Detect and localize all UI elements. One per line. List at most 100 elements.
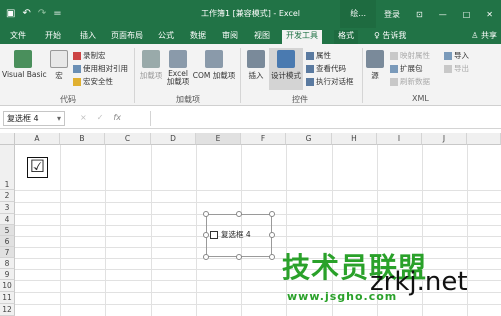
login-button[interactable]: 登录 (376, 9, 408, 20)
column-header[interactable]: I (377, 133, 422, 145)
design-mode-button[interactable]: 设计模式 (269, 48, 303, 90)
maximize-button[interactable]: □ (455, 10, 479, 19)
tab-developer[interactable]: 开发工具 (282, 30, 322, 44)
row-header[interactable]: 5 (0, 225, 15, 236)
row-header[interactable]: 3 (0, 202, 15, 214)
column-header[interactable]: F (241, 133, 286, 145)
row-header[interactable]: 12 (0, 304, 15, 316)
macro-security-button[interactable]: 宏安全性 (73, 76, 113, 87)
formula-bar-area: 复选框 4 ▾ × ✓ fx (0, 107, 501, 129)
row-header[interactable]: 6 (0, 236, 15, 247)
view-code-button[interactable]: 查看代码 (306, 63, 346, 74)
tab-file[interactable]: 文件 (6, 30, 30, 44)
ribbon-developer: Visual Basic 宏 录制宏 使用相对引用 宏安全性 代码 加载项 Ex… (0, 44, 501, 106)
row-header[interactable]: 2 (0, 190, 15, 202)
macros-button[interactable]: 宏 (48, 50, 70, 81)
formula-buttons: × ✓ fx (80, 113, 121, 122)
group-label-code: 代码 (60, 95, 76, 104)
column-header[interactable]: H (332, 133, 377, 145)
insert-function-button[interactable]: fx (113, 113, 121, 122)
tab-home[interactable]: 开始 (41, 30, 65, 44)
resize-handle[interactable] (203, 254, 209, 260)
share-button[interactable]: ♙ 共享 (471, 29, 497, 42)
tab-formulas[interactable]: 公式 (154, 30, 178, 44)
resize-handle[interactable] (203, 232, 209, 238)
relative-reference-button[interactable]: 使用相对引用 (73, 63, 128, 74)
addins-icon (142, 50, 160, 68)
import-button[interactable]: 导入 (444, 50, 469, 61)
group-separator (240, 48, 241, 103)
ribbon-display-options-button[interactable]: ⊡ (408, 10, 431, 19)
visual-basic-icon (14, 50, 32, 68)
row-header[interactable]: 9 (0, 269, 15, 280)
com-addin-icon (205, 50, 223, 68)
close-button[interactable]: ✕ (478, 10, 501, 19)
tell-me-search[interactable]: ♀ 告诉我 (370, 30, 410, 44)
run-dialog-button[interactable]: 执行对话框 (306, 76, 354, 87)
record-icon (73, 51, 81, 60)
chevron-down-icon[interactable]: ▾ (57, 112, 61, 125)
row-header[interactable]: 11 (0, 292, 15, 304)
tab-review[interactable]: 审阅 (218, 30, 242, 44)
excel-addins-button[interactable]: Excel 加载项 (165, 50, 191, 86)
column-header[interactable]: D (151, 133, 196, 145)
column-header[interactable]: C (105, 133, 151, 145)
resize-handle[interactable] (203, 211, 209, 217)
lightbulb-icon: ♀ (374, 31, 380, 40)
export-button[interactable]: 导出 (444, 63, 469, 74)
properties-button[interactable]: 属性 (306, 50, 331, 61)
addins-button[interactable]: 加载项 (139, 50, 163, 81)
formula-input[interactable] (150, 111, 498, 126)
row-header[interactable]: 1 (0, 145, 15, 190)
resize-handle[interactable] (236, 254, 242, 260)
xml-source-button[interactable]: 源 (366, 50, 384, 81)
gridline (151, 145, 152, 316)
insert-control-button[interactable]: 插入 (244, 50, 268, 81)
gridline (60, 145, 61, 316)
gear-icon (169, 50, 187, 68)
column-header[interactable]: J (422, 133, 467, 145)
context-tools-label: 绘... (340, 0, 377, 28)
column-header[interactable] (467, 133, 501, 145)
resize-handle[interactable] (269, 211, 275, 217)
row-header[interactable]: 7 (0, 247, 15, 258)
run-dialog-icon (306, 77, 314, 86)
minimize-button[interactable]: — (431, 10, 455, 19)
column-header[interactable]: A (15, 133, 60, 145)
row-header[interactable]: 8 (0, 258, 15, 269)
ribbon-tabs: 文件 开始 插入 页面布局 公式 数据 审阅 视图 开发工具 格式 ♀ 告诉我 … (0, 28, 501, 44)
column-header[interactable]: G (286, 133, 332, 145)
confirm-entry-button[interactable]: ✓ (97, 113, 104, 122)
checkbox-label: 复选框 4 (221, 230, 251, 239)
macro-icon (50, 50, 68, 68)
warning-icon (73, 77, 81, 86)
form-checkbox[interactable]: 复选框 4 (210, 229, 251, 240)
expansion-packs-icon (390, 64, 398, 73)
refresh-data-button[interactable]: 刷新数据 (390, 76, 430, 87)
name-box[interactable]: 复选框 4 ▾ (3, 111, 65, 126)
resize-handle[interactable] (269, 232, 275, 238)
relative-ref-icon (73, 64, 81, 73)
cancel-entry-button[interactable]: × (80, 113, 87, 122)
visual-basic-button[interactable]: Visual Basic (2, 50, 47, 79)
expansion-packs-button[interactable]: 扩展包 (390, 63, 423, 74)
select-all-corner[interactable] (0, 133, 15, 145)
tab-page-layout[interactable]: 页面布局 (107, 30, 147, 44)
gridline (196, 145, 197, 316)
com-addins-button[interactable]: COM 加载项 (192, 50, 236, 81)
watermark-url-text: www.jsgho.com (287, 290, 398, 303)
tab-insert[interactable]: 插入 (76, 30, 100, 44)
tab-data[interactable]: 数据 (186, 30, 210, 44)
map-properties-button[interactable]: 映射属性 (390, 50, 430, 61)
column-header[interactable]: B (60, 133, 105, 145)
row-header[interactable]: 10 (0, 280, 15, 292)
group-label-xml: XML (412, 94, 429, 103)
resize-handle[interactable] (236, 211, 242, 217)
resize-handle[interactable] (269, 254, 275, 260)
tab-format[interactable]: 格式 (334, 30, 358, 44)
row-header[interactable]: 4 (0, 214, 15, 225)
checked-checkbox-symbol[interactable]: ☑ (27, 157, 48, 178)
record-macro-button[interactable]: 录制宏 (73, 50, 106, 61)
tab-view[interactable]: 视图 (250, 30, 274, 44)
column-header[interactable]: E (196, 133, 241, 145)
